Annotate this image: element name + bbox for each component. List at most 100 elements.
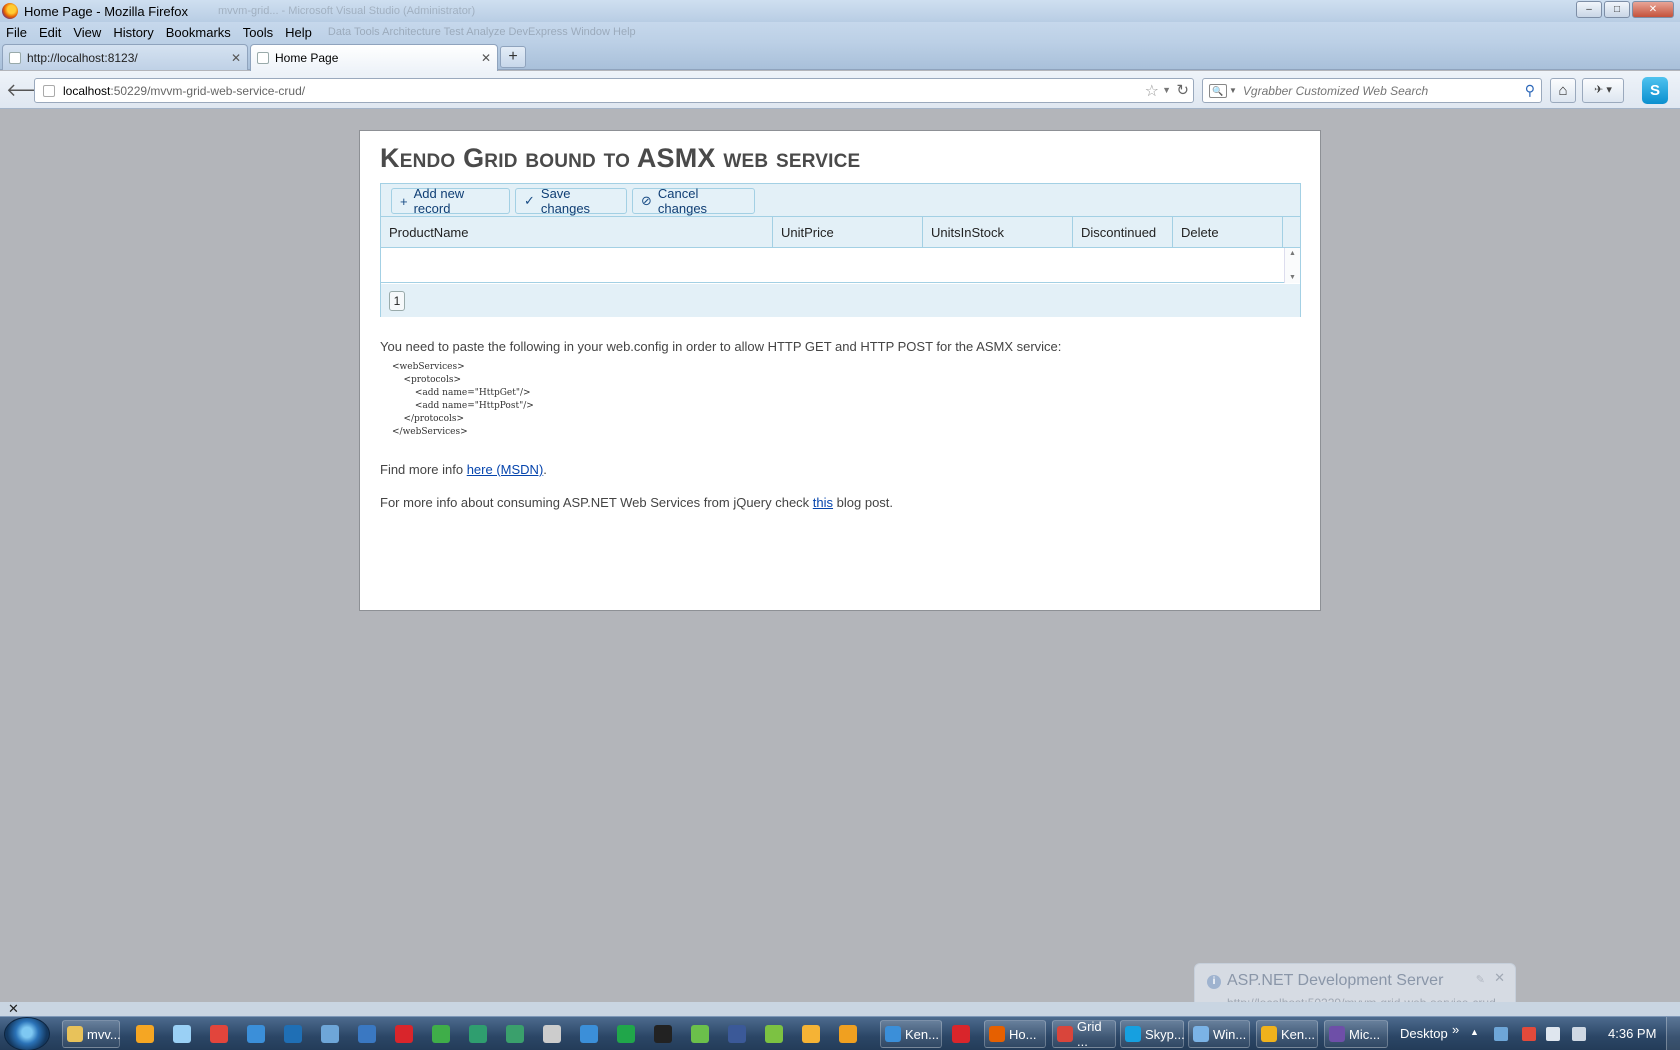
menu-bookmarks[interactable]: Bookmarks [160,25,237,40]
search-engine-dropdown-icon[interactable]: ▼ [1229,86,1237,95]
search-engine-icon[interactable]: 🔍 [1209,83,1227,98]
tray-network-icon[interactable] [1494,1027,1508,1041]
taskbar-clock[interactable]: 4:36 PM [1608,1026,1656,1041]
cancel-changes-button[interactable]: ⊘ Cancel changes [632,186,755,216]
column-header-delete: Delete [1173,217,1283,248]
column-header-discontinued[interactable]: Discontinued [1073,217,1173,248]
taskbar-item-firefox-home[interactable]: Ho... [984,1020,1046,1048]
tools-icon[interactable] [543,1025,561,1043]
show-hidden-icons-icon[interactable]: ▲ [1470,1027,1479,1037]
monitor-icon[interactable] [321,1025,339,1043]
reload-icon[interactable]: ↻ [1176,81,1189,99]
tab-label: Home Page [275,51,339,65]
blog-post-link[interactable]: this [813,495,833,510]
close-window-button[interactable]: ✕ [1632,1,1674,18]
tab-localhost-8123[interactable]: http://localhost:8123/ ✕ [2,44,248,70]
column-header-unitsinstock[interactable]: UnitsInStock [923,217,1073,248]
column-header-productname[interactable]: ProductName [381,217,773,248]
window-title-bar: Home Page - Mozilla Firefox mvvm-grid...… [0,0,1680,22]
scroll-down-icon[interactable]: ▼ [1289,274,1296,281]
taskbar-item-label: Grid ... [1077,1019,1102,1049]
site-identity-icon[interactable] [43,84,55,97]
firefox-logo-icon [2,3,18,19]
media-player-icon[interactable] [136,1025,154,1043]
show-desktop-button[interactable] [1666,1017,1680,1050]
plus-icon: + [400,193,408,209]
pinwheel-icon[interactable] [839,1025,857,1043]
start-button[interactable] [4,1017,50,1050]
menu-view[interactable]: View [67,25,107,40]
evernote-icon[interactable] [654,1025,672,1043]
taskbar-item-skype[interactable]: Skyp... [1120,1020,1185,1048]
taskbar-item-visual-studio[interactable]: Mic... [1324,1020,1388,1048]
taskbar-item-kendo-app[interactable]: Ken... [1256,1020,1318,1048]
skype-addon-icon[interactable]: S [1642,77,1668,104]
toolbar-chevron-icon[interactable]: » [1452,1022,1459,1037]
grid-pager: 1 [381,284,1300,317]
tab-home-page[interactable]: Home Page ✕ [250,44,498,71]
history-dropdown-icon[interactable]: ▼ [1162,85,1171,95]
new-tab-button[interactable]: + [500,46,526,68]
close-find-bar-icon[interactable]: ✕ [8,1001,19,1017]
add-new-record-label: Add new record [413,186,465,216]
background-menu-ghost-text: Data Tools Architecture Test Analyze Dev… [327,26,636,38]
taskbar-item-windows[interactable]: Win... [1188,1020,1250,1048]
taskbar-item-explorer[interactable]: mvv... [62,1020,121,1048]
msdn-link[interactable]: here (MSDN) [467,462,544,477]
app-red-icon[interactable] [210,1025,228,1043]
acrobat-icon[interactable] [395,1025,413,1043]
app-square-icon[interactable] [617,1025,635,1043]
facebook-icon[interactable] [728,1025,746,1043]
close-tab-icon[interactable]: ✕ [231,51,241,65]
background-window-ghost-text: mvvm-grid... - Microsoft Visual Studio (… [218,5,476,17]
search-bar[interactable]: 🔍 ▼ ⚲ [1202,78,1542,103]
save-changes-label: Save changes [540,186,591,216]
browser-blue-icon[interactable] [580,1025,598,1043]
bookmark-star-icon[interactable]: ☆ [1145,81,1159,101]
grid-scrollbar[interactable]: ▲ ▼ [1284,248,1300,283]
menu-edit[interactable]: Edit [33,25,67,40]
tray-action-center-icon[interactable] [1546,1027,1560,1041]
app-green-icon[interactable] [506,1025,524,1043]
browser-icon[interactable] [247,1025,265,1043]
chat-icon[interactable] [802,1025,820,1043]
desktop-toolbar-label[interactable]: Desktop [1400,1026,1448,1041]
pin-icon[interactable]: ✎ [1476,973,1485,986]
column-header-unitprice[interactable]: UnitPrice [773,217,923,248]
menu-help[interactable]: Help [279,25,318,40]
scroll-up-icon[interactable]: ▲ [1289,250,1296,257]
search-input[interactable] [1242,83,1523,98]
weather-icon[interactable] [173,1025,191,1043]
taskbar-item-chrome-grid[interactable]: Grid ... [1052,1019,1116,1049]
page-favicon-icon [9,51,21,64]
home-button[interactable]: ⌂ [1550,78,1576,103]
notification-title: ASP.NET Development Server [1227,972,1444,989]
menu-tools[interactable]: Tools [237,25,279,40]
kendo-grid: + Add new record ✓ Save changes ⊘ Cancel… [380,183,1301,317]
taskbar-item-ie-kendo[interactable]: Ken... [880,1020,942,1048]
tray-alert-icon[interactable] [1522,1027,1536,1041]
search-go-icon[interactable]: ⚲ [1525,82,1535,99]
menu-history[interactable]: History [107,25,159,40]
pager-page-button[interactable]: 1 [389,291,405,311]
network-icon[interactable] [469,1025,487,1043]
grid-icon[interactable] [691,1025,709,1043]
minimize-button[interactable]: – [1576,1,1602,18]
address-bar[interactable]: localhost:50229/mvvm-grid-web-service-cr… [34,78,1194,103]
netflix-icon[interactable] [952,1025,970,1043]
pen-icon[interactable] [358,1025,376,1043]
linkedin-icon[interactable] [284,1025,302,1043]
addon-toolbar-button[interactable]: ✈ ▾ [1582,78,1624,103]
tray-signal-icon[interactable] [1572,1027,1586,1041]
back-button[interactable]: 🡐 [6,79,54,101]
menu-file[interactable]: File [0,25,33,40]
maximize-button[interactable]: □ [1604,1,1630,18]
leaf-icon[interactable] [765,1025,783,1043]
excel-icon[interactable] [432,1025,450,1043]
find-more-suffix: . [543,462,547,477]
close-notification-icon[interactable]: ✕ [1494,970,1505,986]
save-changes-button[interactable]: ✓ Save changes [515,186,627,216]
grid-header: ProductName UnitPrice UnitsInStock Disco… [381,217,1300,248]
close-tab-icon[interactable]: ✕ [481,51,491,65]
add-new-record-button[interactable]: + Add new record [391,186,510,216]
